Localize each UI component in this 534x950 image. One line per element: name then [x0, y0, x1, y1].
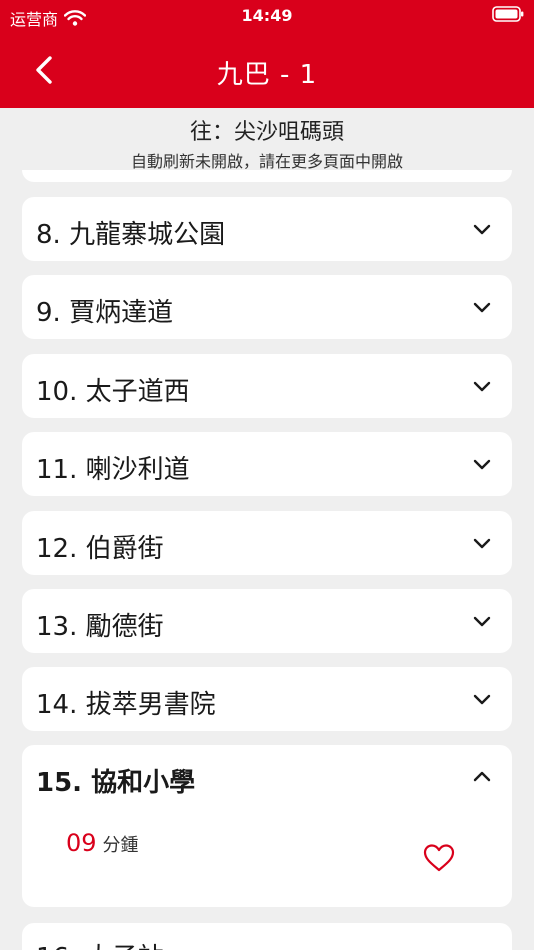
stop-item-9[interactable]: 9. 賈炳達道: [22, 275, 512, 339]
stop-label: 8. 九龍寨城公園: [36, 220, 226, 250]
stop-item-11[interactable]: 11. 喇沙利道: [22, 432, 512, 496]
battery-icon: [492, 6, 524, 22]
chevron-down-icon: [473, 459, 491, 470]
chevron-down-icon: [473, 381, 491, 392]
stop-label: 16. 太子站: [36, 937, 164, 950]
status-time: 14:49: [241, 6, 293, 25]
heart-icon[interactable]: [422, 841, 456, 875]
stop-item-15-expanded[interactable]: 15. 協和小學 09 分鍾: [22, 745, 512, 907]
eta-minutes: 09: [66, 829, 97, 857]
stop-label: 9. 賈炳達道: [36, 298, 174, 328]
status-bar: 运营商 14:49: [0, 0, 534, 32]
chevron-down-icon: [473, 302, 491, 313]
direction-panel: 往：尖沙咀碼頭 自動刷新未開啟，請在更多頁面中開啟: [0, 108, 534, 178]
stop-item-8[interactable]: 8. 九龍寨城公園: [22, 197, 512, 261]
navigation-bar: 九巴 - 1: [0, 40, 534, 100]
destination-label: 往：尖沙咀碼頭: [189, 120, 344, 145]
chevron-down-icon: [473, 538, 491, 549]
stop-item-10[interactable]: 10. 太子道西: [22, 354, 512, 418]
chevron-down-icon: [473, 224, 491, 235]
stop-item-13[interactable]: 13. 勵德街: [22, 589, 512, 653]
chevron-down-icon: [473, 694, 491, 705]
stop-label: 10. 太子道西: [36, 377, 190, 407]
stop-label: 15. 協和小學: [36, 768, 196, 798]
auto-refresh-note: 自動刷新未開啟，請在更多頁面中開啟: [130, 152, 403, 171]
page-title: 九巴 - 1: [216, 60, 318, 90]
previous-stop-card-edge: [22, 170, 512, 182]
stop-item-12[interactable]: 12. 伯爵街: [22, 511, 512, 575]
eta-unit: 分鍾: [102, 835, 139, 856]
stop-label: 14. 拔萃男書院: [36, 690, 216, 720]
stop-item-14[interactable]: 14. 拔萃男書院: [22, 667, 512, 731]
stop-item-16[interactable]: 16. 太子站: [22, 923, 512, 950]
chevron-up-icon[interactable]: [472, 767, 492, 787]
eta-display: 09 分鍾: [66, 829, 139, 857]
stop-label: 13. 勵德街: [36, 612, 164, 642]
stop-label: 12. 伯爵街: [36, 534, 164, 564]
stop-label: 11. 喇沙利道: [36, 455, 190, 485]
app-header: 运营商 14:49 九巴 - 1: [0, 0, 534, 108]
chevron-down-icon: [473, 616, 491, 627]
